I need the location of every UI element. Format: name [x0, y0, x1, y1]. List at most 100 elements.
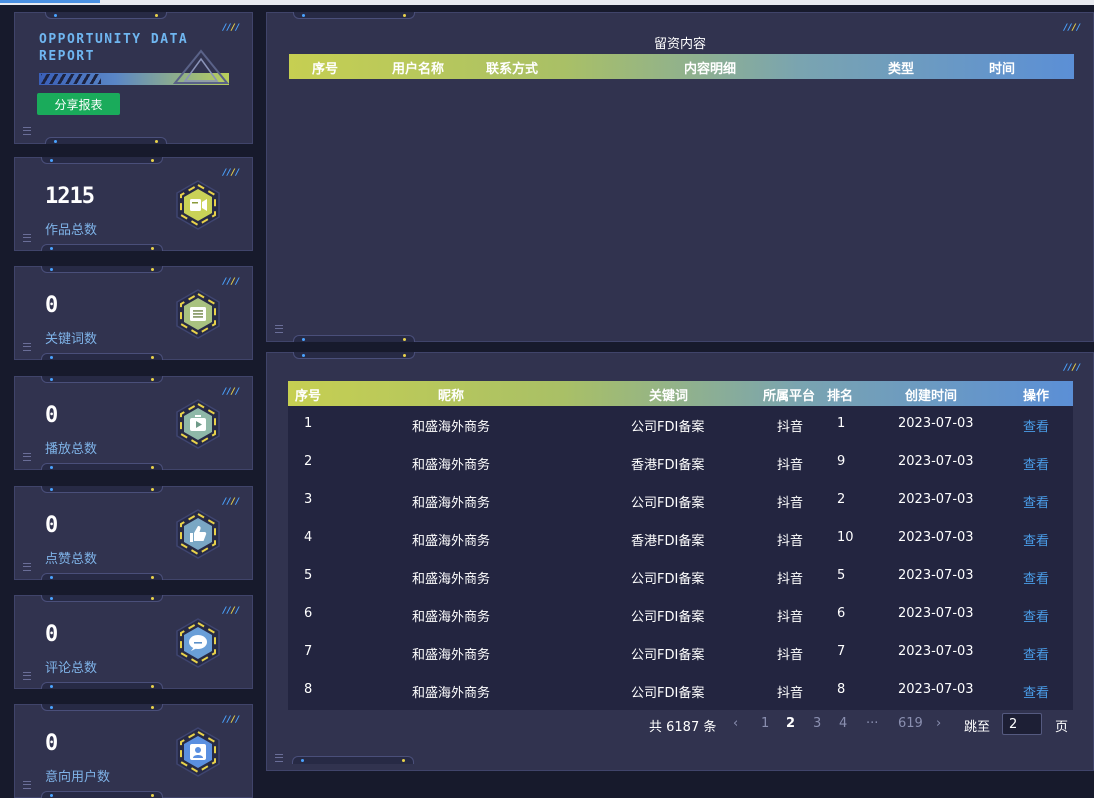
page-last-button[interactable]: 619	[898, 716, 923, 731]
cell-created: 2023-07-03	[898, 568, 974, 583]
jump-label: 跳至	[964, 720, 991, 735]
stat-panel: //// 0 评论总数	[14, 595, 253, 689]
col-header: 联系方式	[486, 62, 539, 77]
leads-panel: //// 留资内容 序号 用户名称 联系方式 内容明细 类型 时间	[266, 12, 1094, 342]
view-link[interactable]: 查看	[1023, 454, 1049, 473]
stat-label: 作品总数	[45, 223, 98, 238]
prev-page-button[interactable]: ‹	[733, 716, 738, 731]
jump-page-input[interactable]	[1002, 713, 1042, 735]
col-header: 所属平台	[763, 389, 816, 404]
cell-name: 和盛海外商务	[412, 686, 491, 701]
stat-panel: //// 1215 作品总数	[14, 157, 253, 251]
stat-value: 0	[45, 731, 58, 756]
menu-icon	[23, 127, 31, 135]
cell-keyword: 香港FDI备案	[631, 458, 705, 473]
cell-created: 2023-07-03	[898, 454, 974, 469]
stat-value: 0	[45, 622, 58, 647]
cell-rank: 10	[837, 530, 854, 545]
cell-created: 2023-07-03	[898, 416, 974, 431]
decor-slashes: ////	[222, 277, 240, 287]
cell-rank: 7	[837, 644, 846, 659]
col-header: 内容明细	[684, 62, 737, 77]
view-link[interactable]: 查看	[1023, 606, 1049, 625]
stat-panel: //// 0 点赞总数	[14, 486, 253, 580]
cell-name: 和盛海外商务	[412, 610, 491, 625]
ranking-table-header: 序号 昵称 关键词 所属平台 排名 创建时间 操作	[288, 381, 1073, 406]
cell-no: 8	[304, 682, 313, 697]
total-count: 共 6187 条	[649, 720, 717, 735]
col-header: 序号	[312, 62, 339, 77]
leads-title: 留资内容	[653, 37, 706, 52]
ranking-bottom-tab	[292, 756, 414, 764]
page-4-button[interactable]: 4	[839, 716, 847, 731]
browser-top-strip	[0, 0, 1094, 5]
stat-label: 意向用户数	[45, 770, 111, 785]
cell-created: 2023-07-03	[898, 492, 974, 507]
page-3-button[interactable]: 3	[813, 716, 821, 731]
cell-rank: 9	[837, 454, 846, 469]
cell-platform: 抖音	[777, 686, 804, 701]
cell-name: 和盛海外商务	[412, 458, 491, 473]
page-2-button[interactable]: 2	[786, 716, 795, 731]
menu-icon	[23, 672, 31, 680]
view-link[interactable]: 查看	[1023, 682, 1049, 701]
cell-created: 2023-07-03	[898, 644, 974, 659]
view-link[interactable]: 查看	[1023, 530, 1049, 549]
table-row: 4 和盛海外商务 香港FDI备案 抖音 10 2023-07-03 查看	[288, 520, 1073, 558]
table-row: 5 和盛海外商务 公司FDI备案 抖音 5 2023-07-03 查看	[288, 558, 1073, 596]
cell-rank: 6	[837, 606, 846, 621]
menu-icon	[23, 453, 31, 461]
share-report-button[interactable]: 分享报表	[37, 93, 120, 115]
more-pages-button[interactable]: ···	[866, 716, 878, 731]
logo-line-1: OPPORTUNITY DATA	[39, 32, 189, 47]
table-row: 2 和盛海外商务 香港FDI备案 抖音 9 2023-07-03 查看	[288, 444, 1073, 482]
cell-created: 2023-07-03	[898, 530, 974, 545]
decor-slashes: ////	[222, 168, 240, 178]
stat-value: 1215	[45, 184, 95, 209]
cell-no: 6	[304, 606, 313, 621]
cell-no: 5	[304, 568, 313, 583]
decor-slashes: ////	[222, 606, 240, 616]
cell-no: 3	[304, 492, 313, 507]
col-header: 创建时间	[905, 389, 958, 404]
page-1-button[interactable]: 1	[761, 716, 769, 731]
cell-name: 和盛海外商务	[412, 648, 491, 663]
next-page-button[interactable]: ›	[936, 716, 941, 731]
cell-rank: 1	[837, 416, 846, 431]
view-link[interactable]: 查看	[1023, 568, 1049, 587]
stat-panel: //// 0 播放总数	[14, 376, 253, 470]
page-suffix: 页	[1055, 720, 1069, 735]
cell-name: 和盛海外商务	[412, 572, 491, 587]
view-link[interactable]: 查看	[1023, 492, 1049, 511]
cell-keyword: 公司FDI备案	[631, 610, 705, 625]
cell-no: 7	[304, 644, 313, 659]
view-link[interactable]: 查看	[1023, 416, 1049, 435]
cell-platform: 抖音	[777, 534, 804, 549]
stat-label: 评论总数	[45, 661, 98, 676]
decor-slashes: ////	[1063, 363, 1081, 373]
cell-rank: 2	[837, 492, 846, 507]
view-link[interactable]: 查看	[1023, 644, 1049, 663]
stat-panel: //// 0 关键词数	[14, 266, 253, 360]
cell-platform: 抖音	[777, 496, 804, 511]
list-icon	[176, 289, 220, 339]
decor-slashes: ////	[222, 387, 240, 397]
menu-icon	[23, 781, 31, 789]
leads-table-header: 序号 用户名称 联系方式 内容明细 类型 时间	[289, 54, 1074, 79]
brand-logo: OPPORTUNITY DATA REPORT	[39, 31, 188, 65]
cell-keyword: 香港FDI备案	[631, 534, 705, 549]
table-row: 3 和盛海外商务 公司FDI备案 抖音 2 2023-07-03 查看	[288, 482, 1073, 520]
table-row: 6 和盛海外商务 公司FDI备案 抖音 6 2023-07-03 查看	[288, 596, 1073, 634]
cell-keyword: 公司FDI备案	[631, 648, 705, 663]
col-header: 时间	[989, 62, 1016, 77]
stat-value: 0	[45, 403, 58, 428]
decor-slashes: ////	[222, 23, 240, 33]
cell-platform: 抖音	[777, 572, 804, 587]
cell-name: 和盛海外商务	[412, 420, 491, 435]
cell-created: 2023-07-03	[898, 606, 974, 621]
menu-icon	[23, 563, 31, 571]
menu-icon	[23, 234, 31, 242]
col-header: 操作	[1023, 389, 1050, 404]
cell-platform: 抖音	[777, 648, 804, 663]
menu-icon	[23, 343, 31, 351]
